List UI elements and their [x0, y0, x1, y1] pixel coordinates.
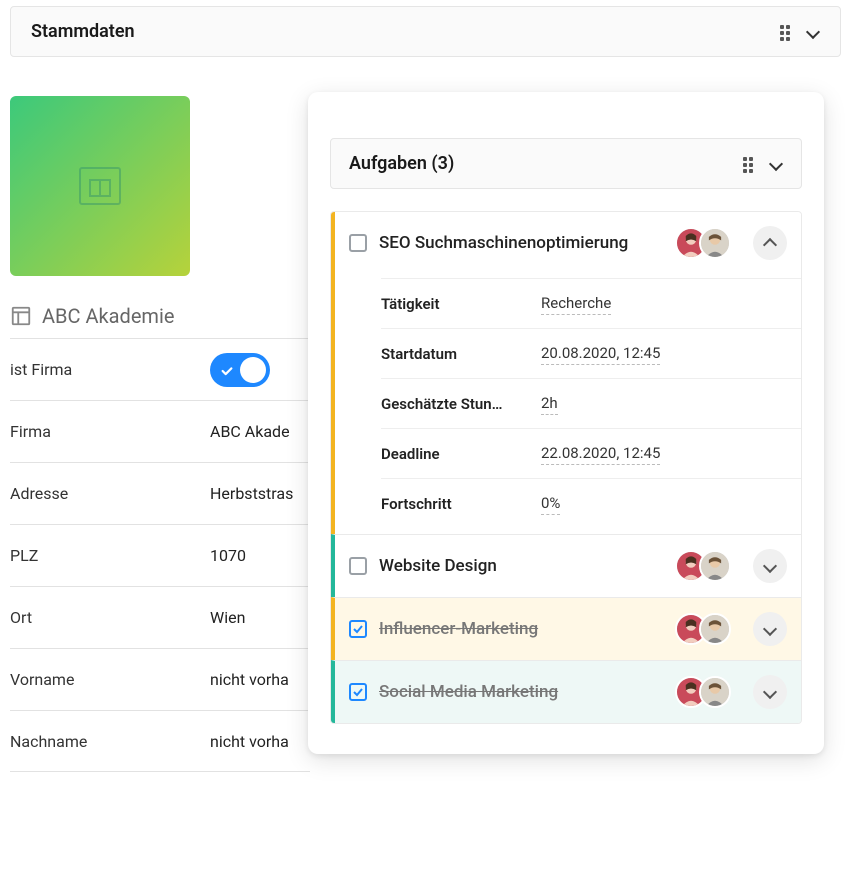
tasks-header-actions	[743, 157, 783, 171]
detail-row: Startdatum 20.08.2020, 12:45	[381, 328, 801, 378]
detail-value[interactable]: Recherche	[541, 292, 611, 315]
chevron-up-icon	[763, 236, 777, 250]
field-ort: Ort Wien	[10, 586, 310, 648]
tasks-title: Aufgaben (3)	[349, 153, 454, 174]
detail-label: Geschätzte Stun…	[381, 395, 541, 413]
collapse-toggle[interactable]	[769, 157, 783, 171]
task-title: Website Design	[379, 556, 663, 576]
field-value[interactable]: Herbststras	[210, 484, 293, 503]
avatar[interactable]	[699, 227, 731, 259]
task-item: Influencer-Marketing	[331, 597, 801, 660]
task-expand-button[interactable]	[753, 675, 787, 709]
toggle-knob	[240, 357, 266, 383]
company-name: ABC Akademie	[42, 304, 174, 328]
field-plz: PLZ 1070	[10, 524, 310, 586]
field-value[interactable]: Wien	[210, 608, 245, 627]
tasks-header: Aufgaben (3)	[330, 138, 802, 189]
field-value[interactable]: ABC Akade	[210, 422, 290, 441]
collapse-toggle[interactable]	[806, 25, 820, 39]
logo-icon	[76, 164, 124, 208]
task-checkbox[interactable]	[349, 557, 367, 575]
field-label: Firma	[10, 422, 210, 441]
field-firma: Firma ABC Akade	[10, 400, 310, 462]
task-item: Website Design	[331, 534, 801, 597]
task-item: Social Media Marketing	[331, 660, 801, 723]
field-label: Ort	[10, 608, 210, 627]
chevron-down-icon	[763, 622, 777, 636]
detail-row: Deadline 22.08.2020, 12:45	[381, 428, 801, 478]
task-title: SEO Suchmaschinenoptimierung	[379, 233, 663, 253]
task-avatars	[675, 227, 731, 259]
task-avatars	[675, 676, 731, 708]
field-nachname: Nachname nicht vorha	[10, 710, 310, 772]
task-details: Tätigkeit Recherche Startdatum 20.08.202…	[335, 274, 801, 534]
field-value[interactable]: nicht vorha	[210, 732, 289, 751]
stammdaten-title: Stammdaten	[31, 21, 135, 42]
task-head[interactable]: Social Media Marketing	[335, 661, 801, 723]
task-head[interactable]: Website Design	[335, 535, 801, 597]
task-expand-button[interactable]	[753, 226, 787, 260]
chevron-down-icon	[763, 685, 777, 699]
task-checkbox[interactable]	[349, 683, 367, 701]
detail-row: Geschätzte Stun… 2h	[381, 378, 801, 428]
field-vorname: Vorname nicht vorha	[10, 648, 310, 710]
avatar[interactable]	[699, 613, 731, 645]
stammdaten-header-actions	[780, 25, 820, 39]
detail-label: Startdatum	[381, 345, 541, 363]
tasks-panel: Aufgaben (3) SEO Suchmaschinenoptimierun…	[308, 92, 824, 754]
avatar[interactable]	[699, 550, 731, 582]
field-label: ist Firma	[10, 360, 210, 379]
task-list: SEO Suchmaschinenoptimierung Tätigkeit R…	[330, 211, 802, 724]
field-label: Vorname	[10, 670, 210, 689]
task-expand-button[interactable]	[753, 549, 787, 583]
detail-label: Deadline	[381, 445, 541, 463]
field-label: Adresse	[10, 484, 210, 503]
detail-row: Fortschritt 0%	[381, 478, 801, 528]
field-ist-firma: ist Firma	[10, 338, 310, 400]
detail-value[interactable]: 2h	[541, 392, 558, 415]
field-value[interactable]: nicht vorha	[210, 670, 289, 689]
task-avatars	[675, 550, 731, 582]
ist-firma-toggle[interactable]	[210, 353, 270, 387]
field-label: PLZ	[10, 546, 210, 565]
drag-handle-icon[interactable]	[780, 25, 794, 39]
task-head[interactable]: SEO Suchmaschinenoptimierung	[335, 212, 801, 274]
company-name-row: ABC Akademie	[10, 304, 310, 328]
detail-value[interactable]: 0%	[541, 492, 560, 515]
company-logo	[10, 96, 190, 276]
task-avatars	[675, 613, 731, 645]
task-checkbox[interactable]	[349, 620, 367, 638]
building-icon	[10, 305, 32, 327]
task-expand-button[interactable]	[753, 612, 787, 646]
stammdaten-header: Stammdaten	[10, 6, 841, 57]
check-icon	[220, 363, 234, 377]
detail-row: Tätigkeit Recherche	[381, 278, 801, 328]
field-label: Nachname	[10, 732, 210, 751]
field-adresse: Adresse Herbststras	[10, 462, 310, 524]
task-head[interactable]: Influencer-Marketing	[335, 598, 801, 660]
detail-label: Tätigkeit	[381, 295, 541, 313]
detail-value[interactable]: 22.08.2020, 12:45	[541, 442, 660, 465]
task-title: Social Media Marketing	[379, 682, 663, 702]
detail-value[interactable]: 20.08.2020, 12:45	[541, 342, 660, 365]
task-checkbox[interactable]	[349, 234, 367, 252]
task-item: SEO Suchmaschinenoptimierung Tätigkeit R…	[331, 212, 801, 534]
field-value[interactable]: 1070	[210, 546, 246, 565]
drag-handle-icon[interactable]	[743, 157, 757, 171]
stammdaten-panel: ABC Akademie ist Firma Firma ABC Akade A…	[10, 96, 310, 772]
task-title: Influencer-Marketing	[379, 619, 663, 639]
avatar[interactable]	[699, 676, 731, 708]
chevron-down-icon	[763, 559, 777, 573]
company-fields: ist Firma Firma ABC Akade Adresse Herbst…	[10, 338, 310, 772]
detail-label: Fortschritt	[381, 495, 541, 513]
